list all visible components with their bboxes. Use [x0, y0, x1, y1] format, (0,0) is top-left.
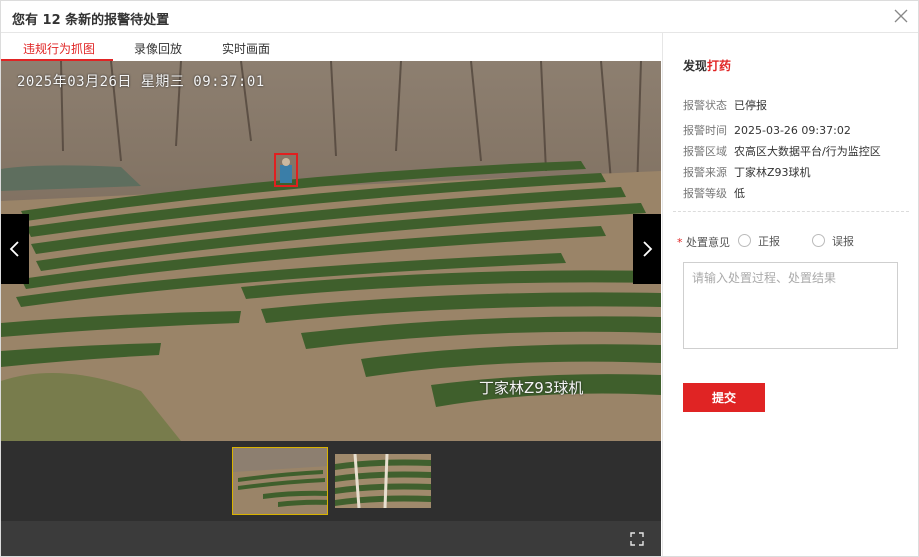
viewer-toolbar: [1, 521, 661, 556]
opinion-label: * 处置意见: [677, 234, 730, 250]
alarm-area-value: 农高区大数据平台/行为监控区: [734, 145, 881, 158]
osd-camera-label: 丁家林Z93球机: [479, 379, 584, 397]
submit-button[interactable]: 提交: [683, 383, 765, 412]
field-label: 报警时间: [683, 124, 727, 137]
thumbnail-strip: [1, 441, 661, 521]
field-label: 报警等级: [683, 187, 727, 200]
opinion-label-text: 处置意见: [686, 236, 730, 249]
osd-timestamp: 2025年03月26日 星期三 09:37:01: [17, 74, 265, 90]
alarm-detail-panel: 发现打药 报警状态 已停报 报警时间 2025-03-26 09:37:02 报警区…: [662, 33, 918, 556]
radio-circle[interactable]: [812, 234, 825, 247]
chevron-left-icon: [9, 241, 19, 257]
detection-box: [274, 153, 298, 187]
found-prefix: 发现: [683, 59, 708, 73]
alarm-source-value: 丁家林Z93球机: [734, 166, 811, 179]
required-mark: *: [677, 236, 683, 249]
capture-image-viewer: 2025年03月26日 星期三 09:37:01 丁家林Z93球机: [1, 61, 661, 441]
radio-label: 正报: [758, 235, 780, 248]
alarm-status-row: 报警状态 已停报: [683, 97, 767, 113]
dialog-title: 您有 12 条新的报警待处置: [12, 13, 170, 28]
alarm-level-value: 低: [734, 187, 745, 200]
disposal-notes-input[interactable]: [683, 262, 898, 349]
thumbnail-item[interactable]: [335, 454, 431, 508]
alarm-source-row: 报警来源 丁家林Z93球机: [683, 164, 811, 180]
thumbnail-item[interactable]: [232, 447, 328, 515]
tab-recording-playback[interactable]: 录像回放: [134, 40, 182, 57]
chevron-right-icon: [643, 241, 653, 257]
alarm-time-value: 2025-03-26 09:37:02: [734, 124, 851, 137]
field-label: 报警来源: [683, 166, 727, 179]
fullscreen-icon[interactable]: [629, 531, 645, 547]
radio-label: 误报: [832, 235, 854, 248]
alarm-dialog: 您有 12 条新的报警待处置 违规行为抓图 录像回放 实时画面 2025年03月…: [0, 0, 919, 557]
alarm-status-value: 已停报: [734, 99, 767, 112]
tab-bar: 违规行为抓图 录像回放 实时画面: [1, 33, 661, 61]
next-image-button[interactable]: [633, 214, 661, 284]
radio-true-alarm[interactable]: 正报: [738, 233, 780, 249]
field-label: 报警状态: [683, 99, 727, 112]
alarm-time-row: 报警时间 2025-03-26 09:37:02: [683, 122, 851, 138]
field-label: 报警区域: [683, 145, 727, 158]
media-panel: 违规行为抓图 录像回放 实时画面 2025年03月26日 星期三 09:37:0…: [1, 33, 661, 556]
section-divider: [673, 211, 909, 212]
radio-false-alarm[interactable]: 误报: [812, 233, 854, 249]
found-behavior: 打药: [707, 59, 732, 73]
close-icon[interactable]: [892, 7, 910, 25]
radio-circle[interactable]: [738, 234, 751, 247]
alarm-area-row: 报警区域 农高区大数据平台/行为监控区: [683, 143, 881, 159]
dialog-header: 您有 12 条新的报警待处置: [1, 1, 918, 33]
prev-image-button[interactable]: [1, 214, 29, 284]
alarm-level-row: 报警等级低: [683, 185, 745, 201]
tab-live-view[interactable]: 实时画面: [222, 40, 270, 57]
tab-violation-capture[interactable]: 违规行为抓图: [23, 40, 95, 57]
found-behavior-heading: 发现打药: [683, 57, 731, 74]
